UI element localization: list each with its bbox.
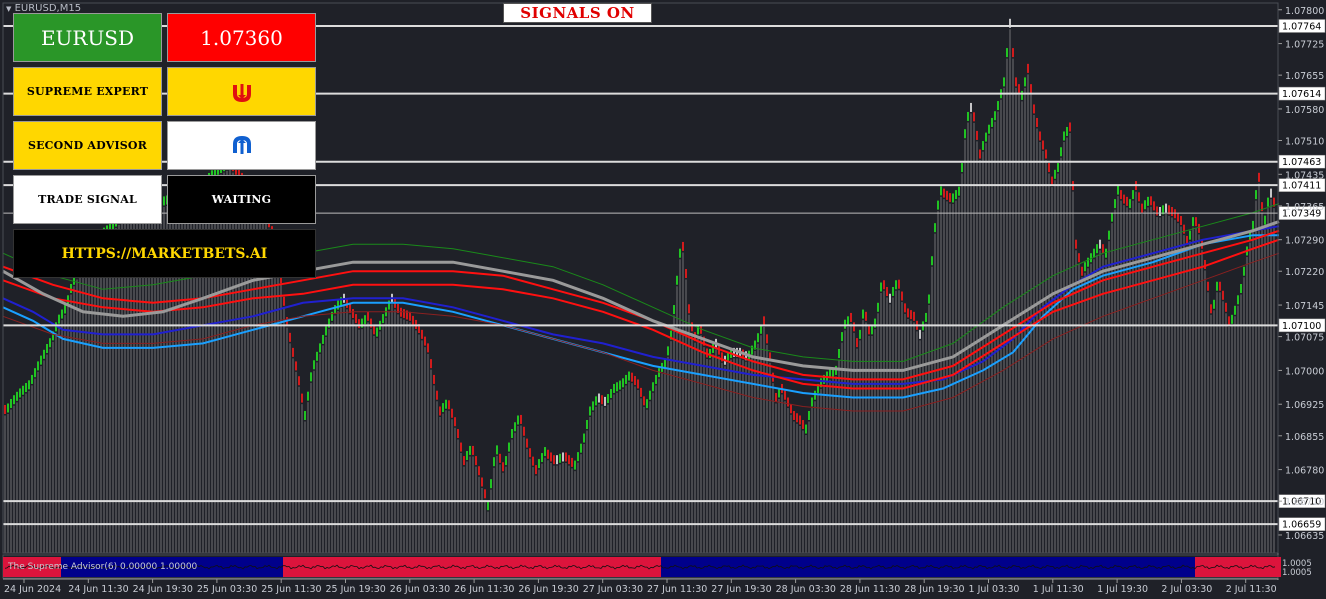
trade-signal-label: TRADE SIGNAL xyxy=(38,193,137,206)
time-label: 28 Jun 11:30 xyxy=(840,584,900,595)
time-label: 24 Jun 2024 xyxy=(4,584,61,595)
price-tick-label: 1.06925 xyxy=(1285,400,1324,411)
time-label: 26 Jun 19:30 xyxy=(518,584,578,595)
price-tick-label: 1.07435 xyxy=(1285,170,1324,181)
price-tick-label: 1.07145 xyxy=(1285,301,1324,312)
trading-terminal: 1.07764 1.07614 1.07463 1.07411 1.07349 1.071… xyxy=(0,0,1326,599)
time-label: 27 Jun 19:30 xyxy=(711,584,771,595)
second-advisor-tile[interactable]: SECOND ADVISOR xyxy=(13,121,162,170)
supreme-expert-tile[interactable]: SUPREME EXPERT xyxy=(13,67,162,116)
price-level-label: 1.07614 xyxy=(1282,89,1321,100)
price-tick-label: 1.07510 xyxy=(1285,137,1324,148)
time-axis: 24 Jun 2024 24 Jun 11:30 24 Jun 19:30 25 Ju… xyxy=(3,578,1278,595)
pair-label: EURUSD xyxy=(40,25,135,50)
price-tick-label: 1.06710 xyxy=(1285,497,1324,508)
price-tick-label: 1.07725 xyxy=(1285,40,1324,51)
time-label: 25 Jun 03:30 xyxy=(197,584,257,595)
time-label: 27 Jun 03:30 xyxy=(583,584,643,595)
time-label: 26 Jun 11:30 xyxy=(454,584,514,595)
time-label: 28 Jun 19:30 xyxy=(904,584,964,595)
price-label: 1.07360 xyxy=(200,25,283,50)
time-label: 2 Jul 11:30 xyxy=(1226,584,1277,595)
dropdown-triangle-icon[interactable]: ▼ xyxy=(6,5,11,13)
arrow-up-icon xyxy=(232,135,251,154)
price-tick-label: 1.07290 xyxy=(1285,236,1324,247)
price-tick-label: 1.07075 xyxy=(1285,333,1324,344)
signals-banner: SIGNALS ON xyxy=(503,3,652,23)
indicator-subwindow: The Supreme Advisor(6) 0.00000 1.00000 1.… xyxy=(2,554,1312,579)
trade-signal-tile[interactable]: TRADE SIGNAL xyxy=(13,175,162,224)
time-label: 28 Jun 03:30 xyxy=(776,584,836,595)
time-label: 2 Jul 03:30 xyxy=(1161,584,1212,595)
time-label: 25 Jun 19:30 xyxy=(326,584,386,595)
price-tick-label: 1.07580 xyxy=(1285,105,1324,116)
price-tick-label: 1.06780 xyxy=(1285,466,1324,477)
price-level-label: 1.06659 xyxy=(1282,520,1321,531)
signals-status-text: SIGNALS ON xyxy=(520,4,635,22)
time-label: 27 Jun 11:30 xyxy=(647,584,707,595)
indicator-label: The Supreme Advisor(6) 0.00000 1.00000 xyxy=(7,562,198,572)
price-level-label: 1.07100 xyxy=(1282,321,1321,332)
price-tick-label: 1.06855 xyxy=(1285,432,1324,443)
time-label: 25 Jun 11:30 xyxy=(261,584,321,595)
website-link-tile[interactable]: HTTPS://MARKETBETS.AI xyxy=(13,229,316,278)
supreme-expert-label: SUPREME EXPERT xyxy=(26,85,149,98)
price-tick-label: 1.06635 xyxy=(1285,531,1324,542)
time-label: 1 Jul 11:30 xyxy=(1033,584,1084,595)
arrow-down-icon xyxy=(232,83,251,102)
price-tile[interactable]: 1.07360 xyxy=(167,13,316,62)
time-label: 24 Jun 19:30 xyxy=(133,584,193,595)
price-level-label: 1.07463 xyxy=(1282,157,1321,168)
time-label: 1 Jul 19:30 xyxy=(1097,584,1148,595)
trade-status-tile[interactable]: WAITING xyxy=(167,175,316,224)
price-tick-label: 1.07365 xyxy=(1285,202,1324,213)
time-label: 24 Jun 11:30 xyxy=(68,584,128,595)
price-tick-label: 1.07000 xyxy=(1285,366,1324,377)
website-url: HTTPS://MARKETBETS.AI xyxy=(61,245,268,262)
supreme-signal-tile[interactable] xyxy=(167,67,316,116)
price-level-label: 1.07411 xyxy=(1282,181,1321,192)
pair-tile[interactable]: EURUSD xyxy=(13,13,162,62)
indicator-scale-bottom: 1.0005 xyxy=(1282,568,1312,578)
second-signal-tile[interactable] xyxy=(167,121,316,170)
trade-status-value: WAITING xyxy=(211,193,272,206)
second-advisor-label: SECOND ADVISOR xyxy=(27,139,148,152)
price-tick-label: 1.07800 xyxy=(1285,6,1324,17)
price-level-label: 1.07764 xyxy=(1282,21,1321,32)
time-label: 26 Jun 03:30 xyxy=(390,584,450,595)
price-tick-label: 1.07655 xyxy=(1285,71,1324,82)
time-label: 1 Jul 03:30 xyxy=(969,584,1020,595)
price-tick-label: 1.07220 xyxy=(1285,267,1324,278)
